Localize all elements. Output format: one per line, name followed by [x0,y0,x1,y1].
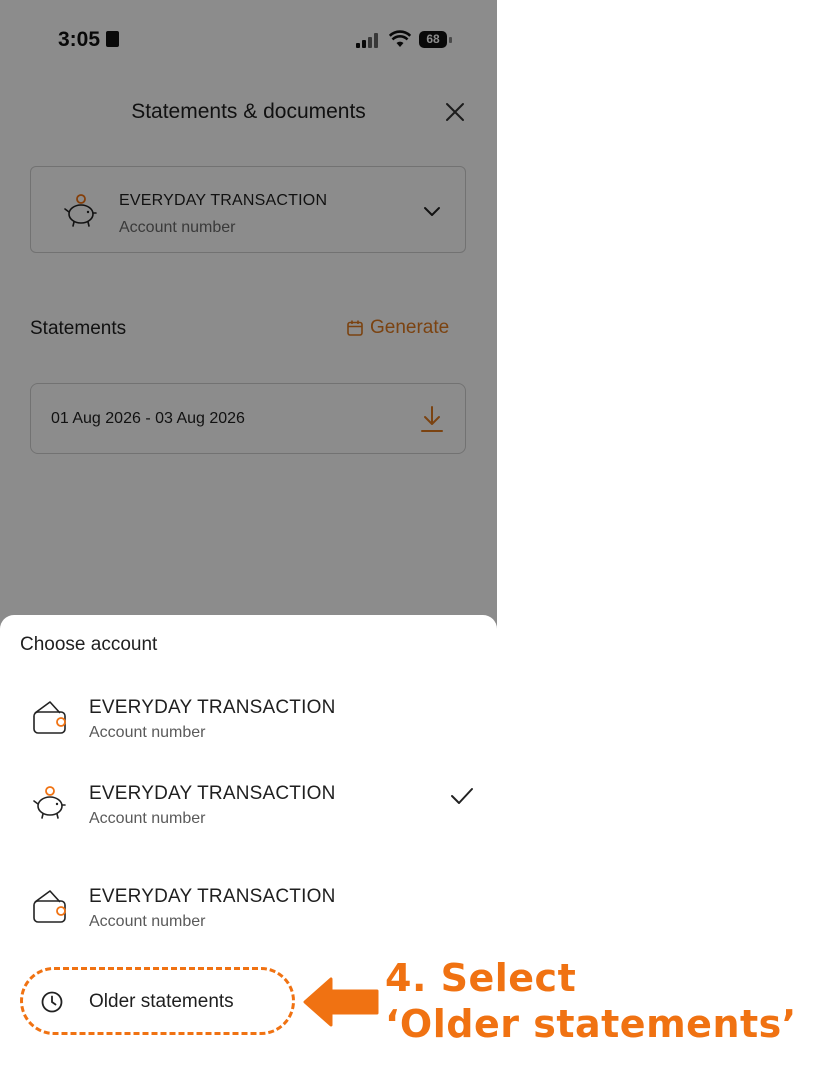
account-option-name: EVERYDAY TRANSACTION [89,783,336,804]
account-option[interactable]: EVERYDAY TRANSACTION Account number [0,697,497,767]
wallet-icon [33,701,66,734]
arrow-left-icon [303,977,379,1027]
phone-screen: 3:05 68 Statements & documents EVERYDAY … [0,0,497,1080]
sheet-title: Choose account [20,634,158,655]
piggy-bank-icon [33,786,66,819]
older-statements-label: Older statements [89,991,234,1012]
annotation-line-2: ‘Older statements’ [385,1002,797,1046]
wallet-icon [33,890,66,923]
account-option-name: EVERYDAY TRANSACTION [89,886,336,907]
clock-icon [41,991,63,1013]
older-statements-button[interactable]: Older statements [20,967,295,1035]
checkmark-icon [451,788,473,804]
account-option-number: Account number [89,913,206,930]
account-option-name: EVERYDAY TRANSACTION [89,697,336,718]
account-option-number: Account number [89,724,206,741]
account-option[interactable]: EVERYDAY TRANSACTION Account number [0,886,497,956]
tutorial-annotation: 4. Select ‘Older statements’ [385,955,797,1047]
annotation-line-1: 4. Select [385,956,577,1000]
account-option-number: Account number [89,810,206,827]
account-option-selected[interactable]: EVERYDAY TRANSACTION Account number [0,783,497,853]
